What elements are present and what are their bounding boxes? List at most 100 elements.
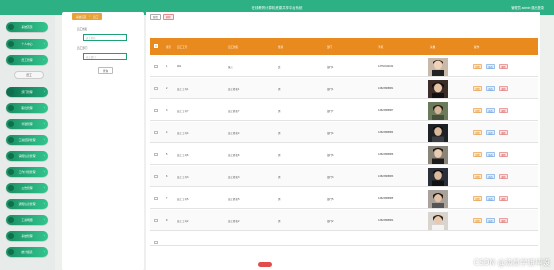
table-row: 2 员工工号1 员工姓名1 男 部门1 13823888881 详情 修改 删除	[150, 78, 538, 99]
edit-button[interactable]: 修改	[486, 218, 495, 223]
sidebar-item-work-plan[interactable]: 工作计划管理 ›	[6, 167, 48, 177]
detail-button[interactable]: 详情	[473, 196, 482, 201]
query-button[interactable]: 查询	[98, 67, 113, 74]
cell-phone: 13823888881	[378, 87, 394, 90]
list-icon	[7, 217, 14, 223]
chevron-right-icon: ›	[44, 154, 45, 158]
row-checkbox[interactable]	[154, 218, 158, 222]
cell-phone: 13823888882	[378, 219, 394, 222]
edit-button[interactable]: 修改	[486, 152, 495, 157]
sidebar-item-announcement[interactable]: 公告管理 ›	[6, 183, 48, 193]
pagination-indicator[interactable]	[258, 262, 272, 267]
edit-button[interactable]: 修改	[486, 130, 495, 135]
sidebar-item-system[interactable]: 系统管理 ›	[6, 231, 48, 241]
chart-icon	[7, 249, 14, 255]
money-icon	[7, 137, 14, 143]
sidebar-item-profile[interactable]: 个人中心 ›	[6, 39, 48, 49]
cell-employee-name: 员工姓名4	[228, 132, 240, 135]
delete-button[interactable]: 删除	[499, 196, 508, 201]
employee-dept-label: 员工部门	[77, 47, 88, 50]
detail-button[interactable]: 详情	[473, 108, 482, 113]
row-checkbox[interactable]	[154, 64, 158, 68]
select-all-checkbox[interactable]	[154, 44, 158, 48]
edit-button[interactable]: 修改	[486, 174, 495, 179]
employee-name-input[interactable]: 员工姓名	[83, 34, 127, 41]
header-actions: 操作	[474, 45, 480, 49]
row-checkbox[interactable]	[154, 108, 158, 112]
sidebar-subitem-employee[interactable]: 员工	[14, 71, 44, 79]
avatar	[428, 57, 448, 76]
cell-phone: 13823888885	[378, 197, 394, 200]
cell-employee-id: 员工工号1	[177, 88, 189, 91]
cell-department: 部门2	[327, 220, 334, 223]
cell-employee-name: 员工姓名1	[228, 88, 240, 91]
avatar	[428, 79, 448, 98]
breadcrumb-home[interactable]: 系统首页	[76, 15, 86, 19]
cell-department: 部门3	[327, 176, 334, 179]
sidebar-item-salary-detail[interactable]: 工资明细 ›	[6, 215, 48, 225]
chevron-right-icon: ›	[44, 42, 45, 46]
detail-button[interactable]: 详情	[473, 64, 482, 69]
row-checkbox[interactable]	[154, 86, 158, 90]
sidebar-item-statistics[interactable]: 统计报表 ›	[6, 247, 48, 257]
table-row: 7 员工工号5 员工姓名5 男 部门5 13823888885 详情 修改 删除	[150, 188, 538, 209]
sidebar-item-position[interactable]: 职位管理 ›	[6, 103, 48, 113]
row-checkbox[interactable]	[154, 196, 158, 200]
row-checkbox[interactable]	[154, 152, 158, 156]
detail-button[interactable]: 详情	[473, 218, 482, 223]
sidebar-item-leave[interactable]: 请假信息管理 ›	[6, 151, 48, 161]
cell-index: 1	[166, 65, 168, 68]
sidebar-item-attendance[interactable]: 考勤管理 ›	[6, 119, 48, 129]
delete-button[interactable]: 删除	[499, 174, 508, 179]
cell-department: 部门4	[327, 132, 334, 135]
clipboard-icon	[7, 169, 14, 175]
cell-department: 部门1	[327, 66, 334, 69]
sidebar-item-department[interactable]: 部门管理 ›	[6, 87, 48, 97]
header-employee-id: 员工工号	[177, 45, 188, 49]
delete-button[interactable]: 删除	[499, 86, 508, 91]
edit-button[interactable]: 修改	[486, 86, 495, 91]
avatar	[428, 101, 448, 120]
avatar	[428, 189, 448, 208]
cell-index: 2	[166, 87, 168, 90]
detail-button[interactable]: 详情	[473, 152, 482, 157]
table-row: 4 员工工号4 员工姓名4 男 部门4 13823888884 详情 修改 删除	[150, 122, 538, 143]
sidebar-item-employee-management[interactable]: 员工管理 ⌄	[6, 55, 48, 65]
sidebar-item-home[interactable]: 系统首页	[6, 22, 48, 32]
cell-phone: 13823888886	[378, 153, 394, 156]
batch-delete-button[interactable]: 删除	[163, 14, 174, 20]
delete-button[interactable]: 删除	[499, 64, 508, 69]
breadcrumb-separator: /	[89, 15, 91, 18]
detail-button[interactable]: 详情	[473, 130, 482, 135]
sidebar-item-notification[interactable]: 通知信息管理 ›	[6, 199, 48, 209]
row-checkbox[interactable]	[154, 240, 158, 244]
avatar	[428, 167, 448, 186]
cell-gender: 男	[278, 132, 281, 135]
delete-button[interactable]: 删除	[499, 152, 508, 157]
gear-icon	[7, 233, 14, 239]
avatar	[428, 211, 448, 230]
cell-employee-name: 员工姓名7	[228, 110, 240, 113]
add-button[interactable]: 新增	[150, 14, 161, 20]
delete-button[interactable]: 删除	[499, 108, 508, 113]
delete-button[interactable]: 删除	[499, 218, 508, 223]
employee-name-label: 员工姓名	[77, 28, 88, 31]
edit-button[interactable]: 修改	[486, 64, 495, 69]
user-info-logout[interactable]: 管理员 admin 退出登录	[511, 5, 544, 10]
cell-phone: 13823888883	[378, 175, 394, 178]
cell-employee-name: 员工姓名2	[228, 220, 240, 223]
sidebar-item-salary-settlement[interactable]: 工资结算管理 ›	[6, 135, 48, 145]
table-row	[150, 232, 538, 246]
edit-button[interactable]: 修改	[486, 108, 495, 113]
row-checkbox[interactable]	[154, 130, 158, 134]
row-checkbox[interactable]	[154, 174, 158, 178]
cell-employee-id: 001	[177, 65, 182, 68]
detail-button[interactable]: 详情	[473, 174, 482, 179]
search-panel	[62, 12, 144, 270]
detail-button[interactable]: 详情	[473, 86, 482, 91]
sidebar: 系统首页 个人中心 › 员工管理 ⌄ 员工 部门管理 › 职位管理 › 考勤管理 › 工资…	[0, 15, 55, 270]
chevron-right-icon: ›	[44, 138, 45, 142]
employee-dept-input[interactable]: 员工部门	[83, 53, 127, 60]
delete-button[interactable]: 删除	[499, 130, 508, 135]
edit-button[interactable]: 修改	[486, 196, 495, 201]
